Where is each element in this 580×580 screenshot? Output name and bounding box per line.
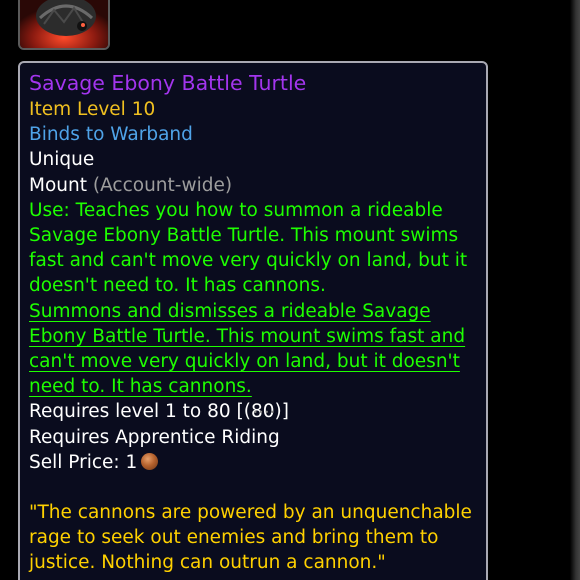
mount-type-line: Mount (Account-wide) [29,173,486,198]
requires-riding: Requires Apprentice Riding [29,426,280,448]
side-panel-edge [570,0,580,580]
mount-scope: (Account-wide) [92,174,233,196]
use-text-line: fast and can't move very quickly on land… [29,250,468,272]
copper-coin-icon [141,452,159,470]
use-text-line: doesn't need to. It has cannons. [29,275,326,297]
flavor-text-line: "The cannons are powered by an unquencha… [29,502,472,524]
flavor-text-line: rage to seek out enemies and bring them … [29,527,439,549]
requires-level-prefix: Requires level 1 to 80 [( [29,401,251,423]
spell-link-line[interactable]: need to. It has cannons. [29,374,486,399]
requires-level: Requires level 1 to 80 [(80 ••••)] [29,399,486,424]
mount-type: Mount [29,174,87,196]
turtle-mount-icon[interactable] [18,0,110,50]
level-link[interactable]: 80 •••• [251,401,275,422]
game-tooltip-screen: Savage Ebony Battle Turtle Item Level 10… [0,0,580,580]
use-text-line: Savage Ebony Battle Turtle. This mount s… [29,225,459,247]
spell-link-line[interactable]: Summons and dismisses a rideable Savage [29,299,486,324]
use-text-line: Use: Teaches you how to summon a rideabl… [29,199,443,221]
item-tooltip: Savage Ebony Battle Turtle Item Level 10… [18,61,488,580]
flavor-text-line: justice. Nothing can outrun a cannon." [29,552,386,574]
unique-text: Unique [29,149,95,171]
item-name: Savage Ebony Battle Turtle [29,71,307,95]
dotted-underline: •••• [252,408,276,418]
binding-text: Binds to Warband [29,124,193,146]
sell-price: Sell Price: 1 [29,450,486,475]
spell-link-line[interactable]: Ebony Battle Turtle. This mount swims fa… [29,324,486,349]
sell-price-label: Sell Price: 1 [29,451,138,473]
requires-level-suffix: )] [274,401,289,423]
item-level: Item Level 10 [29,99,156,120]
spell-link-line[interactable]: can't move very quickly on land, but it … [29,349,486,374]
